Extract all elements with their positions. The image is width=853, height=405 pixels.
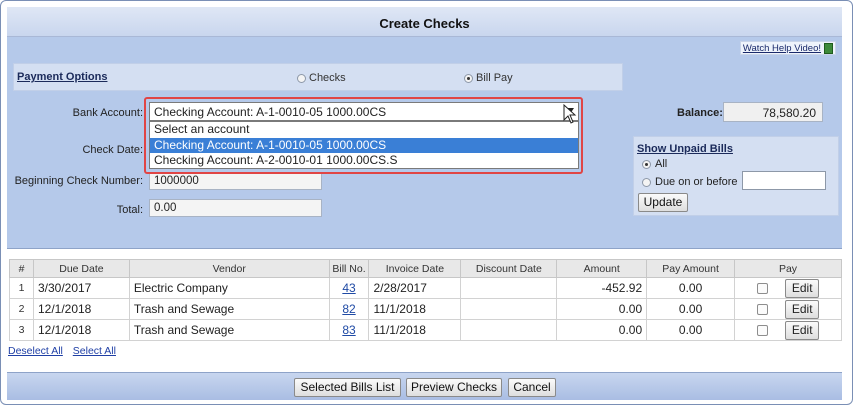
update-button[interactable]: Update	[638, 193, 688, 212]
radio-bill-pay-label: Bill Pay	[476, 72, 513, 84]
selection-links: Deselect All Select All	[8, 345, 123, 357]
table-row: 1 3/30/2017 Electric Company 43 2/28/201…	[9, 277, 842, 299]
invoice-date-cell: 2/28/2017	[368, 277, 462, 299]
radio-checks-label: Checks	[309, 72, 346, 84]
due-date-cell: 12/1/2018	[32, 319, 130, 341]
bill-no-cell: 43	[328, 277, 370, 299]
vendor-cell: Trash and Sewage	[128, 319, 330, 341]
deselect-all-link[interactable]: Deselect All	[8, 345, 63, 357]
col-due-date: Due Date	[32, 259, 130, 278]
title-bar: Create Checks	[7, 7, 842, 37]
beginning-check-label: Beginning Check Number:	[14, 175, 143, 187]
radio-all-label: All	[655, 158, 668, 170]
row-num: 1	[9, 277, 34, 299]
create-checks-window: Create Checks Watch Help Video! Payment …	[0, 0, 853, 405]
help-video-label[interactable]: Watch Help Video!	[743, 43, 821, 54]
col-bill-no: Bill No.	[328, 259, 370, 278]
footer-bar: Selected Bills List Preview Checks Cance…	[7, 372, 842, 400]
radio-all[interactable]: All	[642, 158, 667, 170]
radio-checks-circle[interactable]	[297, 73, 306, 83]
mouse-cursor-icon	[563, 104, 577, 124]
balance-label: Balance:	[677, 107, 723, 119]
film-icon	[824, 42, 833, 54]
vendor-cell: Trash and Sewage	[128, 298, 330, 320]
bill-no-cell: 82	[328, 298, 370, 320]
amount-cell: -452.92	[556, 277, 648, 299]
discount-date-cell	[460, 319, 558, 341]
unpaid-bills-title: Show Unpaid Bills	[637, 143, 733, 155]
radio-bill-pay[interactable]: Bill Pay	[464, 72, 513, 84]
due-date-input[interactable]	[742, 171, 826, 190]
window-title: Create Checks	[379, 16, 470, 31]
bill-no-link[interactable]: 83	[342, 323, 355, 337]
bank-account-value: Checking Account: A-1-0010-05 1000.00CS	[154, 105, 387, 119]
col-vendor: Vendor	[128, 259, 330, 278]
table-row: 2 12/1/2018 Trash and Sewage 82 11/1/201…	[9, 298, 842, 320]
col-num: #	[9, 259, 34, 278]
radio-due-before[interactable]: Due on or before	[642, 176, 738, 188]
bank-option-0[interactable]: Select an account	[150, 122, 578, 138]
radio-bill-pay-circle[interactable]	[464, 73, 473, 83]
discount-date-cell	[460, 298, 558, 320]
pay-checkbox[interactable]	[756, 324, 768, 336]
pay-amount-cell[interactable]: 0.00	[646, 277, 736, 299]
invoice-date-cell: 11/1/2018	[368, 319, 462, 341]
preview-checks-button[interactable]: Preview Checks	[406, 378, 502, 397]
pay-amount-cell[interactable]: 0.00	[646, 319, 736, 341]
radio-due-before-circle[interactable]	[642, 177, 651, 187]
balance-value: 78,580.20	[723, 102, 823, 122]
help-video-link[interactable]: Watch Help Video!	[739, 41, 836, 55]
bank-account-select[interactable]: Checking Account: A-1-0010-05 1000.00CS	[149, 102, 579, 121]
due-date-cell: 12/1/2018	[32, 298, 130, 320]
col-discount-date: Discount Date	[460, 259, 558, 278]
total-label: Total:	[116, 204, 143, 216]
pay-checkbox[interactable]	[756, 282, 768, 294]
row-num: 3	[9, 319, 34, 341]
selected-bills-list-button[interactable]: Selected Bills List	[294, 378, 401, 397]
cancel-button[interactable]: Cancel	[508, 378, 556, 397]
invoice-date-cell: 11/1/2018	[368, 298, 462, 320]
unpaid-bills-panel: Show Unpaid Bills All Due on or before U…	[633, 136, 839, 216]
select-all-link[interactable]: Select All	[73, 345, 116, 357]
table-header-row: # Due Date Vendor Bill No. Invoice Date …	[9, 259, 842, 278]
payment-options: Payment Options Checks Bill Pay	[13, 63, 623, 91]
col-amount: Amount	[556, 259, 648, 278]
table-row: 3 12/1/2018 Trash and Sewage 83 11/1/201…	[9, 319, 842, 341]
bill-no-link[interactable]: 82	[342, 302, 355, 316]
pay-cell: Edit	[734, 319, 842, 341]
bank-account-label: Bank Account:	[72, 107, 143, 119]
bills-table: # Due Date Vendor Bill No. Invoice Date …	[9, 259, 842, 341]
discount-date-cell	[460, 277, 558, 299]
row-num: 2	[9, 298, 34, 320]
radio-all-circle[interactable]	[642, 159, 651, 169]
edit-button[interactable]: Edit	[785, 299, 820, 319]
radio-due-before-label: Due on or before	[655, 176, 738, 188]
pay-cell: Edit	[734, 277, 842, 299]
beginning-check-field[interactable]: 1000000	[149, 172, 322, 190]
amount-cell: 0.00	[556, 298, 648, 320]
vendor-cell: Electric Company	[128, 277, 330, 299]
amount-cell: 0.00	[556, 319, 648, 341]
col-pay: Pay	[734, 259, 842, 278]
radio-checks[interactable]: Checks	[297, 72, 346, 84]
bank-option-2[interactable]: Checking Account: A-2-0010-01 1000.00CS.…	[150, 153, 578, 169]
col-invoice-date: Invoice Date	[368, 259, 462, 278]
bill-no-cell: 83	[328, 319, 370, 341]
payment-options-label: Payment Options	[17, 71, 108, 83]
pay-cell: Edit	[734, 298, 842, 320]
check-date-label: Check Date:	[82, 144, 143, 156]
pay-amount-cell[interactable]: 0.00	[646, 298, 736, 320]
bill-no-link[interactable]: 43	[342, 281, 355, 295]
col-pay-amount: Pay Amount	[646, 259, 736, 278]
pay-checkbox[interactable]	[756, 303, 768, 315]
edit-button[interactable]: Edit	[785, 278, 820, 298]
total-field: 0.00	[149, 199, 322, 217]
due-date-cell: 3/30/2017	[32, 277, 130, 299]
bank-option-1[interactable]: Checking Account: A-1-0010-05 1000.00CS	[150, 137, 578, 153]
edit-button[interactable]: Edit	[785, 320, 820, 340]
bank-account-options[interactable]: Select an account Checking Account: A-1-…	[149, 121, 579, 169]
